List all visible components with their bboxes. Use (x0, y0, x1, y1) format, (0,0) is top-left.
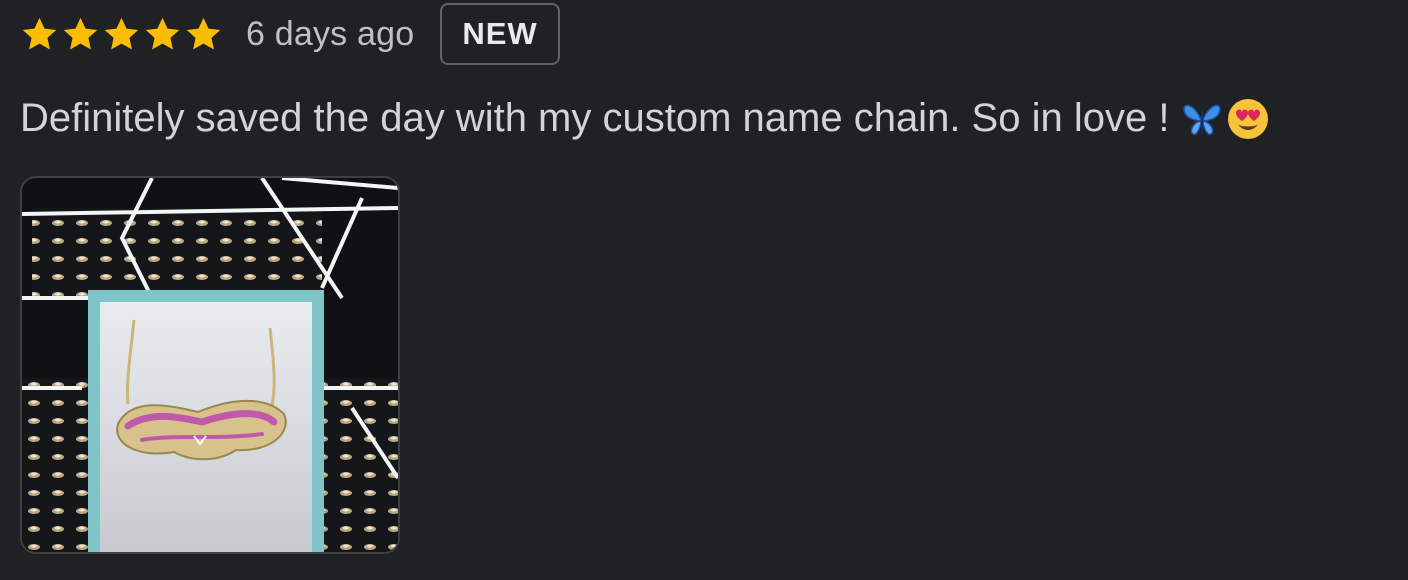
review-header: 6 days ago NEW (20, 2, 560, 66)
star-icon (186, 17, 221, 49)
review-text: Definitely saved the day with my custom … (20, 96, 1170, 140)
review-photo[interactable] (20, 176, 400, 554)
heart-eyes-emoji-icon (1227, 98, 1269, 140)
review-time: 6 days ago (246, 14, 415, 53)
star-icon (63, 17, 98, 49)
star-rating (20, 15, 223, 54)
review-text-row: Definitely saved the day with my custom … (20, 96, 1269, 141)
butterfly-emoji-icon (1181, 98, 1223, 140)
jewelry-photo-image (22, 178, 398, 552)
star-icon (104, 17, 139, 49)
new-badge: NEW (440, 3, 560, 65)
star-icon (22, 17, 57, 49)
review-card: 6 days ago NEW Definitely saved the day … (0, 0, 1408, 580)
star-icon (145, 17, 180, 49)
